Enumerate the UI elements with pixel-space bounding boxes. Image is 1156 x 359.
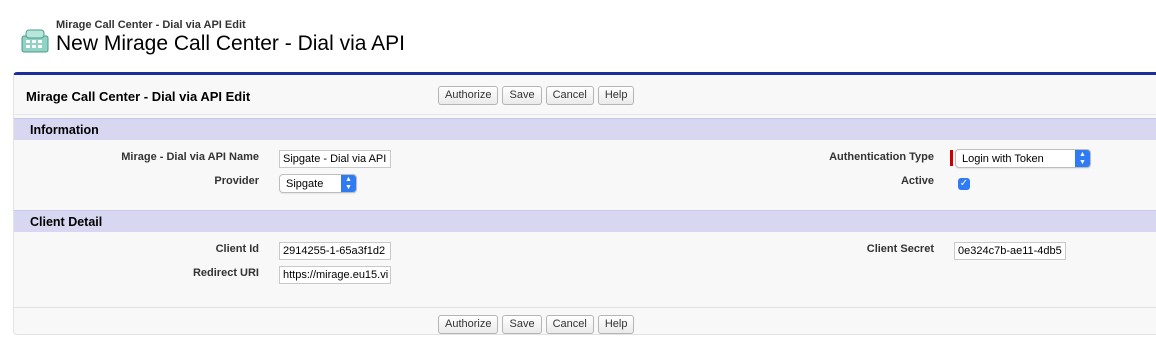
provider-label: Provider <box>214 175 259 187</box>
section-title-information: Information <box>30 123 99 137</box>
cancel-button[interactable]: Cancel <box>545 86 594 105</box>
client-secret-label: Client Secret <box>866 243 934 255</box>
select-arrows-icon: ▲ ▼ <box>1075 150 1090 167</box>
section-body-client-detail: Client Id 2914255-1-65a3f1d2 Redirect UR… <box>14 233 1156 307</box>
section-body-information: Mirage - Dial via API Name Sipgate - Dia… <box>14 141 1156 209</box>
redirect-uri-label: Redirect URI <box>192 267 259 279</box>
bottom-button-row: Authorize Save Cancel Help <box>438 315 635 334</box>
active-checkbox[interactable]: ✓ <box>958 178 970 190</box>
auth-type-select-value: Login with Token <box>962 153 1044 165</box>
call-center-icon <box>21 29 49 53</box>
client-id-label: Client Id <box>215 243 259 255</box>
panel-title-row: Mirage Call Center - Dial via API Edit A… <box>14 75 1156 115</box>
help-button[interactable]: Help <box>597 86 635 105</box>
provider-select[interactable]: Sipgate ▲ ▼ <box>279 174 357 193</box>
edit-panel: Mirage Call Center - Dial via API Edit A… <box>13 72 1156 335</box>
auth-type-label: Authentication Type <box>829 151 934 163</box>
authorize-button[interactable]: Authorize <box>438 315 499 334</box>
client-secret-input[interactable]: 0e324c7b-ae11-4db5 <box>954 242 1066 260</box>
name-input[interactable]: Sipgate - Dial via API <box>279 150 391 168</box>
active-label: Active <box>900 175 934 187</box>
cancel-button[interactable]: Cancel <box>545 315 594 334</box>
section-title-client-detail: Client Detail <box>30 215 103 229</box>
authorize-button[interactable]: Authorize <box>438 86 499 105</box>
redirect-uri-input[interactable]: https://mirage.eu15.vi <box>279 266 391 284</box>
section-header-client-detail: Client Detail <box>14 210 1156 232</box>
section-header-information: Information <box>14 118 1156 140</box>
page-title: New Mirage Call Center - Dial via API <box>56 32 405 55</box>
top-button-row: Authorize Save Cancel Help <box>438 86 635 105</box>
help-button[interactable]: Help <box>597 315 635 334</box>
client-id-input[interactable]: 2914255-1-65a3f1d2 <box>279 242 391 260</box>
select-arrows-icon: ▲ ▼ <box>341 175 356 192</box>
page-subtitle: Mirage Call Center - Dial via API Edit <box>56 19 246 31</box>
auth-type-select[interactable]: Login with Token ▲ ▼ <box>955 149 1091 168</box>
footer-divider <box>14 307 1156 308</box>
required-indicator <box>950 150 953 166</box>
panel-title: Mirage Call Center - Dial via API Edit <box>26 89 251 104</box>
provider-select-value: Sipgate <box>286 178 324 190</box>
save-button[interactable]: Save <box>502 315 542 334</box>
save-button[interactable]: Save <box>502 86 542 105</box>
page-header: Mirage Call Center - Dial via API Edit N… <box>16 14 716 62</box>
name-label: Mirage - Dial via API Name <box>121 151 259 163</box>
